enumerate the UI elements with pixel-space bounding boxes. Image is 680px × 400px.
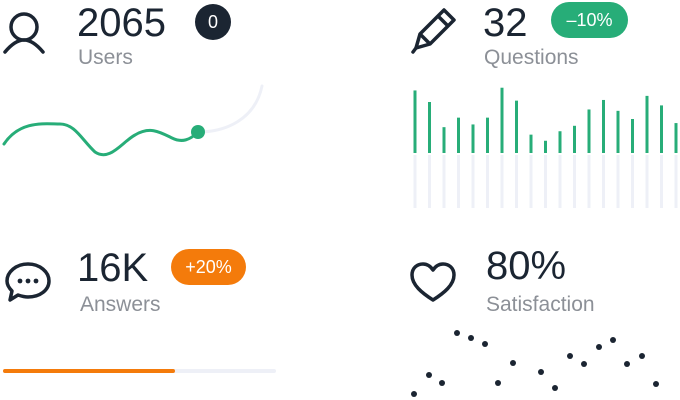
questions-bar bbox=[645, 95, 649, 153]
questions-bar-track bbox=[515, 155, 518, 208]
user-icon bbox=[3, 12, 45, 54]
heart-icon bbox=[410, 262, 456, 302]
questions-bar bbox=[428, 102, 431, 153]
questions-badge: –10% bbox=[551, 2, 628, 38]
users-value: 2065 bbox=[77, 1, 166, 45]
satisfaction-scatter bbox=[411, 330, 659, 397]
questions-bar-track bbox=[442, 155, 446, 208]
questions-bar bbox=[486, 117, 489, 153]
questions-bar-chart bbox=[413, 87, 678, 208]
questions-bar-track bbox=[500, 155, 504, 208]
questions-bar-track bbox=[529, 155, 533, 208]
satisfaction-value: 80% bbox=[486, 244, 567, 288]
questions-bar bbox=[413, 90, 417, 153]
questions-bar bbox=[616, 110, 620, 153]
questions-bar-track bbox=[631, 155, 634, 208]
questions-bar bbox=[602, 99, 605, 153]
questions-bar-track bbox=[471, 155, 475, 208]
questions-bar-track bbox=[457, 155, 460, 208]
questions-bar-track bbox=[486, 155, 489, 208]
questions-bar-track bbox=[674, 155, 678, 208]
questions-bar-track bbox=[558, 155, 562, 208]
questions-bar bbox=[573, 125, 576, 153]
questions-label: Questions bbox=[484, 46, 579, 69]
questions-bar-track bbox=[428, 155, 431, 208]
questions-bar bbox=[529, 134, 533, 153]
questions-bar-track bbox=[660, 155, 663, 208]
answers-progress-track bbox=[3, 369, 276, 373]
questions-bar bbox=[544, 140, 547, 153]
questions-bar bbox=[674, 123, 678, 153]
questions-bar-track bbox=[587, 155, 591, 208]
answers-card: 16K +20% Answers bbox=[0, 240, 280, 400]
answers-badge: +20% bbox=[171, 249, 246, 285]
questions-value: 32 bbox=[483, 1, 528, 45]
users-badge: 0 bbox=[195, 4, 231, 40]
questions-bar-track bbox=[616, 155, 620, 208]
questions-bar bbox=[471, 124, 475, 153]
questions-bar bbox=[500, 87, 504, 153]
questions-bar bbox=[515, 100, 518, 153]
users-sparkline bbox=[2, 84, 264, 157]
chat-bubble-icon bbox=[5, 262, 51, 302]
answers-value: 16K bbox=[77, 246, 149, 290]
questions-bar bbox=[631, 119, 634, 153]
questions-bar-track bbox=[645, 155, 649, 208]
questions-bar bbox=[457, 117, 460, 153]
users-sparkline-point bbox=[191, 125, 205, 139]
answers-label: Answers bbox=[80, 293, 161, 316]
satisfaction-card: 80% Satisfaction bbox=[400, 240, 680, 400]
questions-bar-track bbox=[544, 155, 547, 208]
questions-bar bbox=[558, 131, 562, 153]
answers-progress-fill bbox=[3, 369, 175, 373]
questions-bar bbox=[442, 127, 446, 153]
questions-card: 32 –10% Questions bbox=[400, 0, 680, 220]
stats-dashboard: 2065 0 Users 32 –10% Questions 16K +20% bbox=[0, 0, 680, 400]
questions-bar bbox=[660, 105, 663, 153]
pencil-icon bbox=[411, 8, 456, 54]
satisfaction-label: Satisfaction bbox=[486, 293, 595, 316]
questions-bar bbox=[587, 109, 591, 153]
questions-bar-track bbox=[573, 155, 576, 208]
users-label: Users bbox=[78, 46, 133, 69]
users-card: 2065 0 Users bbox=[0, 0, 280, 200]
questions-bar-track bbox=[413, 155, 417, 208]
questions-bar-track bbox=[602, 155, 605, 208]
